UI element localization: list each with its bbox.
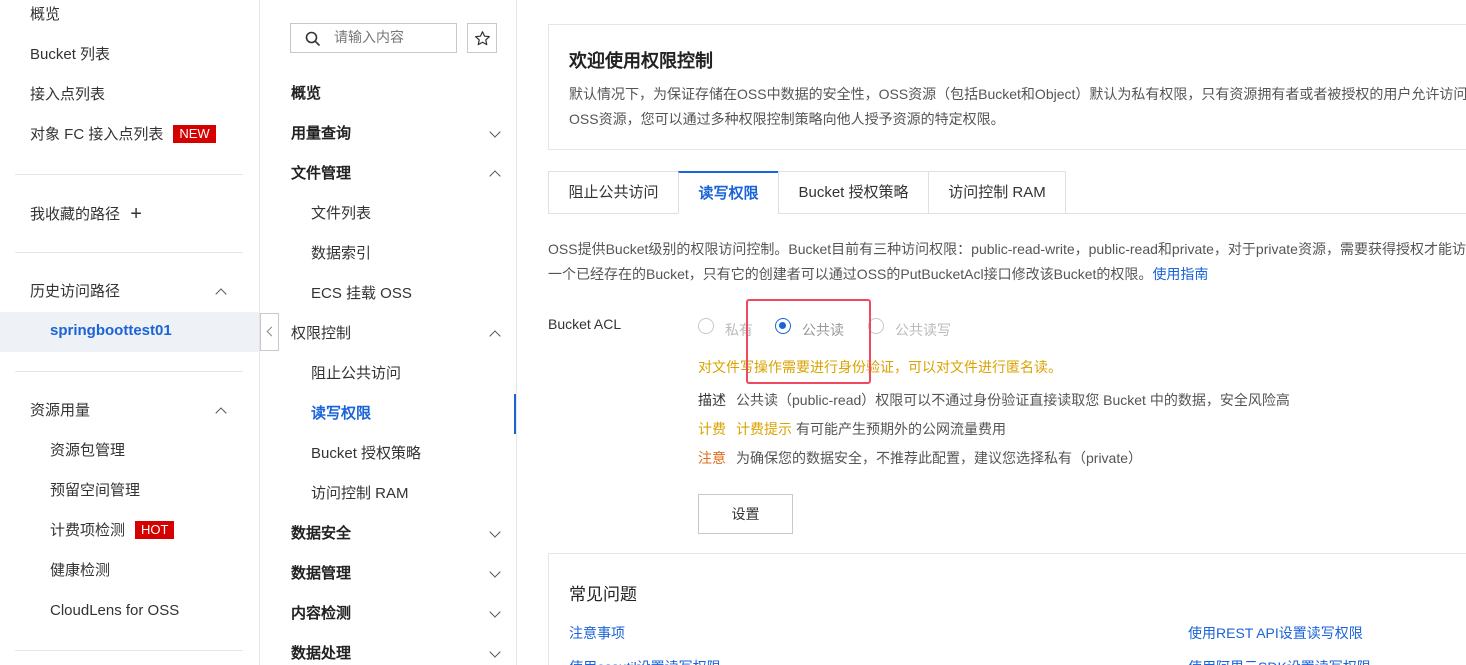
plus-icon[interactable]: + — [130, 203, 142, 225]
nav-cloudlens[interactable]: CloudLens for OSS — [50, 601, 179, 621]
desc-text: 公共读（public-read）权限可以不通过身份验证直接读取您 Bucket … — [736, 392, 1290, 408]
billing-tip-link[interactable]: 计费提示 — [736, 421, 792, 437]
info-text-line2-body: 一个已经存在的Bucket，只有它的创建者可以通过OSS的PutBucketAc… — [548, 266, 1153, 282]
divider — [15, 650, 243, 651]
radio-private[interactable] — [698, 318, 714, 334]
acl-billing: 计费 计费提示 有可能产生预期外的公网流量费用 — [698, 419, 1006, 439]
info-text-line1: OSS提供Bucket级别的权限访问控制。Bucket目前有三种访问权限：pub… — [548, 241, 1466, 257]
sec-nav-perm-control[interactable]: 权限控制 — [291, 324, 351, 344]
chevron-up-icon[interactable] — [215, 288, 227, 300]
active-indicator — [514, 394, 516, 434]
guide-link[interactable]: 使用指南 — [1152, 266, 1208, 282]
desc-label: 描述 — [698, 392, 726, 408]
chevron-down-icon[interactable] — [489, 566, 501, 578]
tab-rw-perm[interactable]: 读写权限 — [678, 171, 779, 214]
chevron-down-icon[interactable] — [489, 526, 501, 538]
highlight-box — [746, 299, 871, 384]
nav-access-points[interactable]: 接入点列表 — [30, 85, 105, 105]
welcome-card: 欢迎使用权限控制 默认情况下，为保证存储在OSS中数据的安全性，OSS资源（包括… — [548, 24, 1466, 150]
favorite-button[interactable] — [467, 23, 497, 53]
nav-favorites-label: 我收藏的路径 — [30, 206, 121, 223]
nav-resource-pkg[interactable]: 资源包管理 — [50, 441, 125, 461]
sec-nav-overview[interactable]: 概览 — [291, 84, 321, 104]
nav-bucket-list[interactable]: Bucket 列表 — [30, 45, 110, 65]
active-bucket-name: springboottest01 — [50, 322, 172, 339]
faq-link[interactable]: 使用阿里云SDK设置读写权限 — [1188, 657, 1371, 665]
welcome-text-line1: 默认情况下，为保证存储在OSS中数据的安全性，OSS资源（包括Bucket和Ob… — [569, 86, 1466, 102]
history-item-active[interactable]: springboottest01 — [0, 312, 259, 352]
info-text-line2: 一个已经存在的Bucket，只有它的创建者可以通过OSS的PutBucketAc… — [548, 264, 1208, 284]
welcome-title: 欢迎使用权限控制 — [569, 51, 713, 71]
set-button[interactable]: 设置 — [698, 494, 793, 534]
main-content: 欢迎使用权限控制 默认情况下，为保证存储在OSS中数据的安全性，OSS资源（包括… — [517, 0, 1466, 665]
tab-ram[interactable]: 访问控制 RAM — [928, 171, 1066, 214]
sec-nav-file-mgmt[interactable]: 文件管理 — [291, 164, 351, 184]
sec-nav-content-detect[interactable]: 内容检测 — [291, 604, 351, 624]
faq-title: 常见问题 — [569, 585, 637, 604]
acl-description: 描述 公共读（public-read）权限可以不通过身份验证直接读取您 Bucke… — [698, 390, 1290, 410]
nav-billing-check[interactable]: 计费项检测 HOT — [50, 521, 175, 541]
new-badge: NEW — [173, 125, 216, 143]
note-label: 注意 — [698, 450, 726, 466]
billing-text: 有可能产生预期外的公网流量费用 — [796, 421, 1006, 437]
star-icon — [475, 31, 490, 46]
nav-billing-check-label: 计费项检测 — [50, 522, 126, 539]
divider — [15, 371, 243, 372]
search-input[interactable]: 请输入内容 — [290, 23, 457, 53]
divider — [15, 174, 243, 175]
nav-fc-access-points[interactable]: 对象 FC 接入点列表 NEW — [30, 125, 216, 145]
nav-history[interactable]: 历史访问路径 — [30, 282, 120, 302]
nav-fc-access-points-label: 对象 FC 接入点列表 — [30, 126, 164, 143]
nav-reserved-space[interactable]: 预留空间管理 — [50, 481, 140, 501]
tab-bucket-policy[interactable]: Bucket 授权策略 — [778, 171, 929, 214]
tab-block-public[interactable]: 阻止公共访问 — [548, 171, 679, 214]
chevron-down-icon[interactable] — [489, 126, 501, 138]
chevron-down-icon[interactable] — [489, 606, 501, 618]
sec-nav-ram[interactable]: 访问控制 RAM — [311, 484, 409, 504]
welcome-text-line2: OSS资源，您可以通过多种权限控制策略向他人授予资源的特定权限。 — [569, 111, 1005, 127]
sec-nav-usage[interactable]: 用量查询 — [291, 124, 351, 144]
billing-label: 计费 — [698, 421, 726, 437]
search-icon — [305, 31, 321, 47]
radio-public-read-write-label: 公共读写 — [895, 322, 951, 338]
nav-favorites[interactable]: 我收藏的路径 + — [30, 204, 142, 225]
sec-nav-data-mgmt[interactable]: 数据管理 — [291, 564, 351, 584]
faq-link[interactable]: 注意事项 — [569, 623, 625, 643]
sidebar-collapse-button[interactable] — [260, 313, 279, 351]
sec-nav-ecs-mount[interactable]: ECS 挂载 OSS — [311, 284, 412, 304]
hot-badge: HOT — [135, 521, 175, 539]
search-placeholder: 请输入内容 — [334, 29, 404, 45]
faq-link[interactable]: 使用ossutil设置读写权限 — [569, 657, 721, 665]
sec-nav-data-processing[interactable]: 数据处理 — [291, 644, 351, 664]
chevron-up-icon[interactable] — [489, 170, 501, 182]
sec-nav-file-list[interactable]: 文件列表 — [311, 204, 371, 224]
sec-nav-data-security[interactable]: 数据安全 — [291, 524, 351, 544]
faq-card: 常见问题 注意事项 使用REST API设置读写权限 使用ossutil设置读写… — [548, 553, 1466, 665]
chevron-left-icon — [266, 326, 277, 337]
sec-nav-data-index[interactable]: 数据索引 — [311, 244, 371, 264]
left-sidebar: 概览 Bucket 列表 接入点列表 对象 FC 接入点列表 NEW 我收藏的路径… — [0, 0, 260, 665]
note-text: 为确保您的数据安全，不推荐此配置，建议您选择私有（private） — [736, 450, 1143, 466]
chevron-up-icon[interactable] — [215, 407, 227, 419]
nav-health-check[interactable]: 健康检测 — [50, 561, 110, 581]
nav-resource-usage[interactable]: 资源用量 — [30, 401, 90, 421]
acl-note: 注意 为确保您的数据安全，不推荐此配置，建议您选择私有（private） — [698, 448, 1142, 468]
acl-label: Bucket ACL — [548, 316, 622, 332]
chevron-down-icon[interactable] — [489, 646, 501, 658]
sec-nav-bucket-policy[interactable]: Bucket 授权策略 — [311, 444, 421, 464]
sec-nav-rw-perm[interactable]: 读写权限 — [311, 404, 371, 424]
faq-link[interactable]: 使用REST API设置读写权限 — [1188, 623, 1363, 643]
divider — [15, 252, 243, 253]
bucket-sidebar: 请输入内容 概览 用量查询 文件管理 文件列表 数据索引 ECS 挂载 OSS … — [279, 0, 517, 665]
chevron-up-icon[interactable] — [489, 330, 501, 342]
sec-nav-block-public[interactable]: 阻止公共访问 — [311, 364, 401, 384]
nav-overview[interactable]: 概览 — [30, 5, 60, 25]
